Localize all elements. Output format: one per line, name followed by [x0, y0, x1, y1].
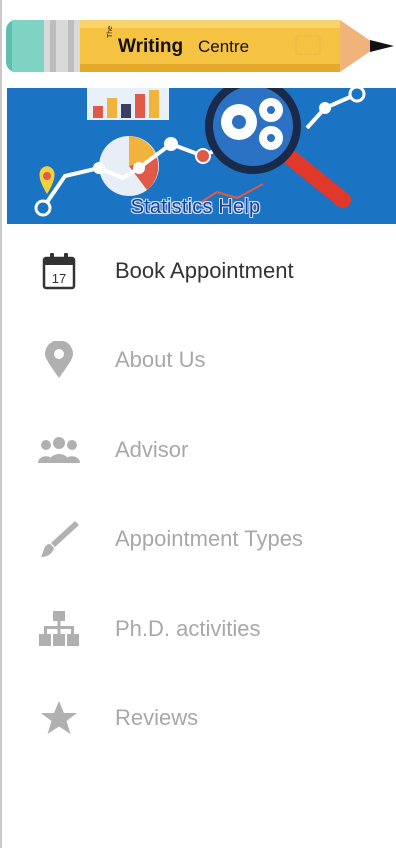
menu-item-appointment-types[interactable]: Appointment Types [7, 495, 396, 585]
menu-item-advisor[interactable]: Advisor [7, 405, 396, 495]
menu-label-about-us: About Us [115, 347, 206, 373]
calendar-day: 17 [52, 271, 66, 286]
sitemap-icon [37, 607, 81, 651]
banner-caption: Statistics Help [130, 196, 261, 218]
logo-centre: Centre [198, 37, 249, 56]
location-pin-icon [37, 338, 81, 382]
menu-item-reviews[interactable]: Reviews [7, 674, 396, 764]
group-people-icon [37, 428, 81, 472]
statistics-help-banner[interactable]: Statistics Help [7, 88, 396, 224]
side-menu: 17 Book Appointment About Us Advisor App… [7, 226, 396, 763]
star-icon [37, 696, 81, 740]
brush-icon [37, 517, 81, 561]
menu-label-book-appointment: Book Appointment [115, 257, 294, 283]
menu-label-reviews: Reviews [115, 705, 199, 731]
menu-item-about-us[interactable]: About Us [7, 316, 396, 406]
menu-label-advisor: Advisor [115, 436, 189, 462]
left-border [0, 0, 2, 848]
logo-the: The [107, 26, 114, 38]
menu-label-appointment-types: Appointment Types [115, 526, 303, 552]
logo-writing: Writing [118, 36, 183, 57]
calendar-icon: 17 [37, 249, 81, 293]
menu-label-phd-activities: Ph.D. activities [115, 615, 261, 641]
menu-item-phd-activities[interactable]: Ph.D. activities [7, 584, 396, 674]
menu-item-book-appointment[interactable]: 17 Book Appointment [7, 226, 396, 316]
writing-centre-logo[interactable]: The Writing Centre [6, 14, 394, 78]
